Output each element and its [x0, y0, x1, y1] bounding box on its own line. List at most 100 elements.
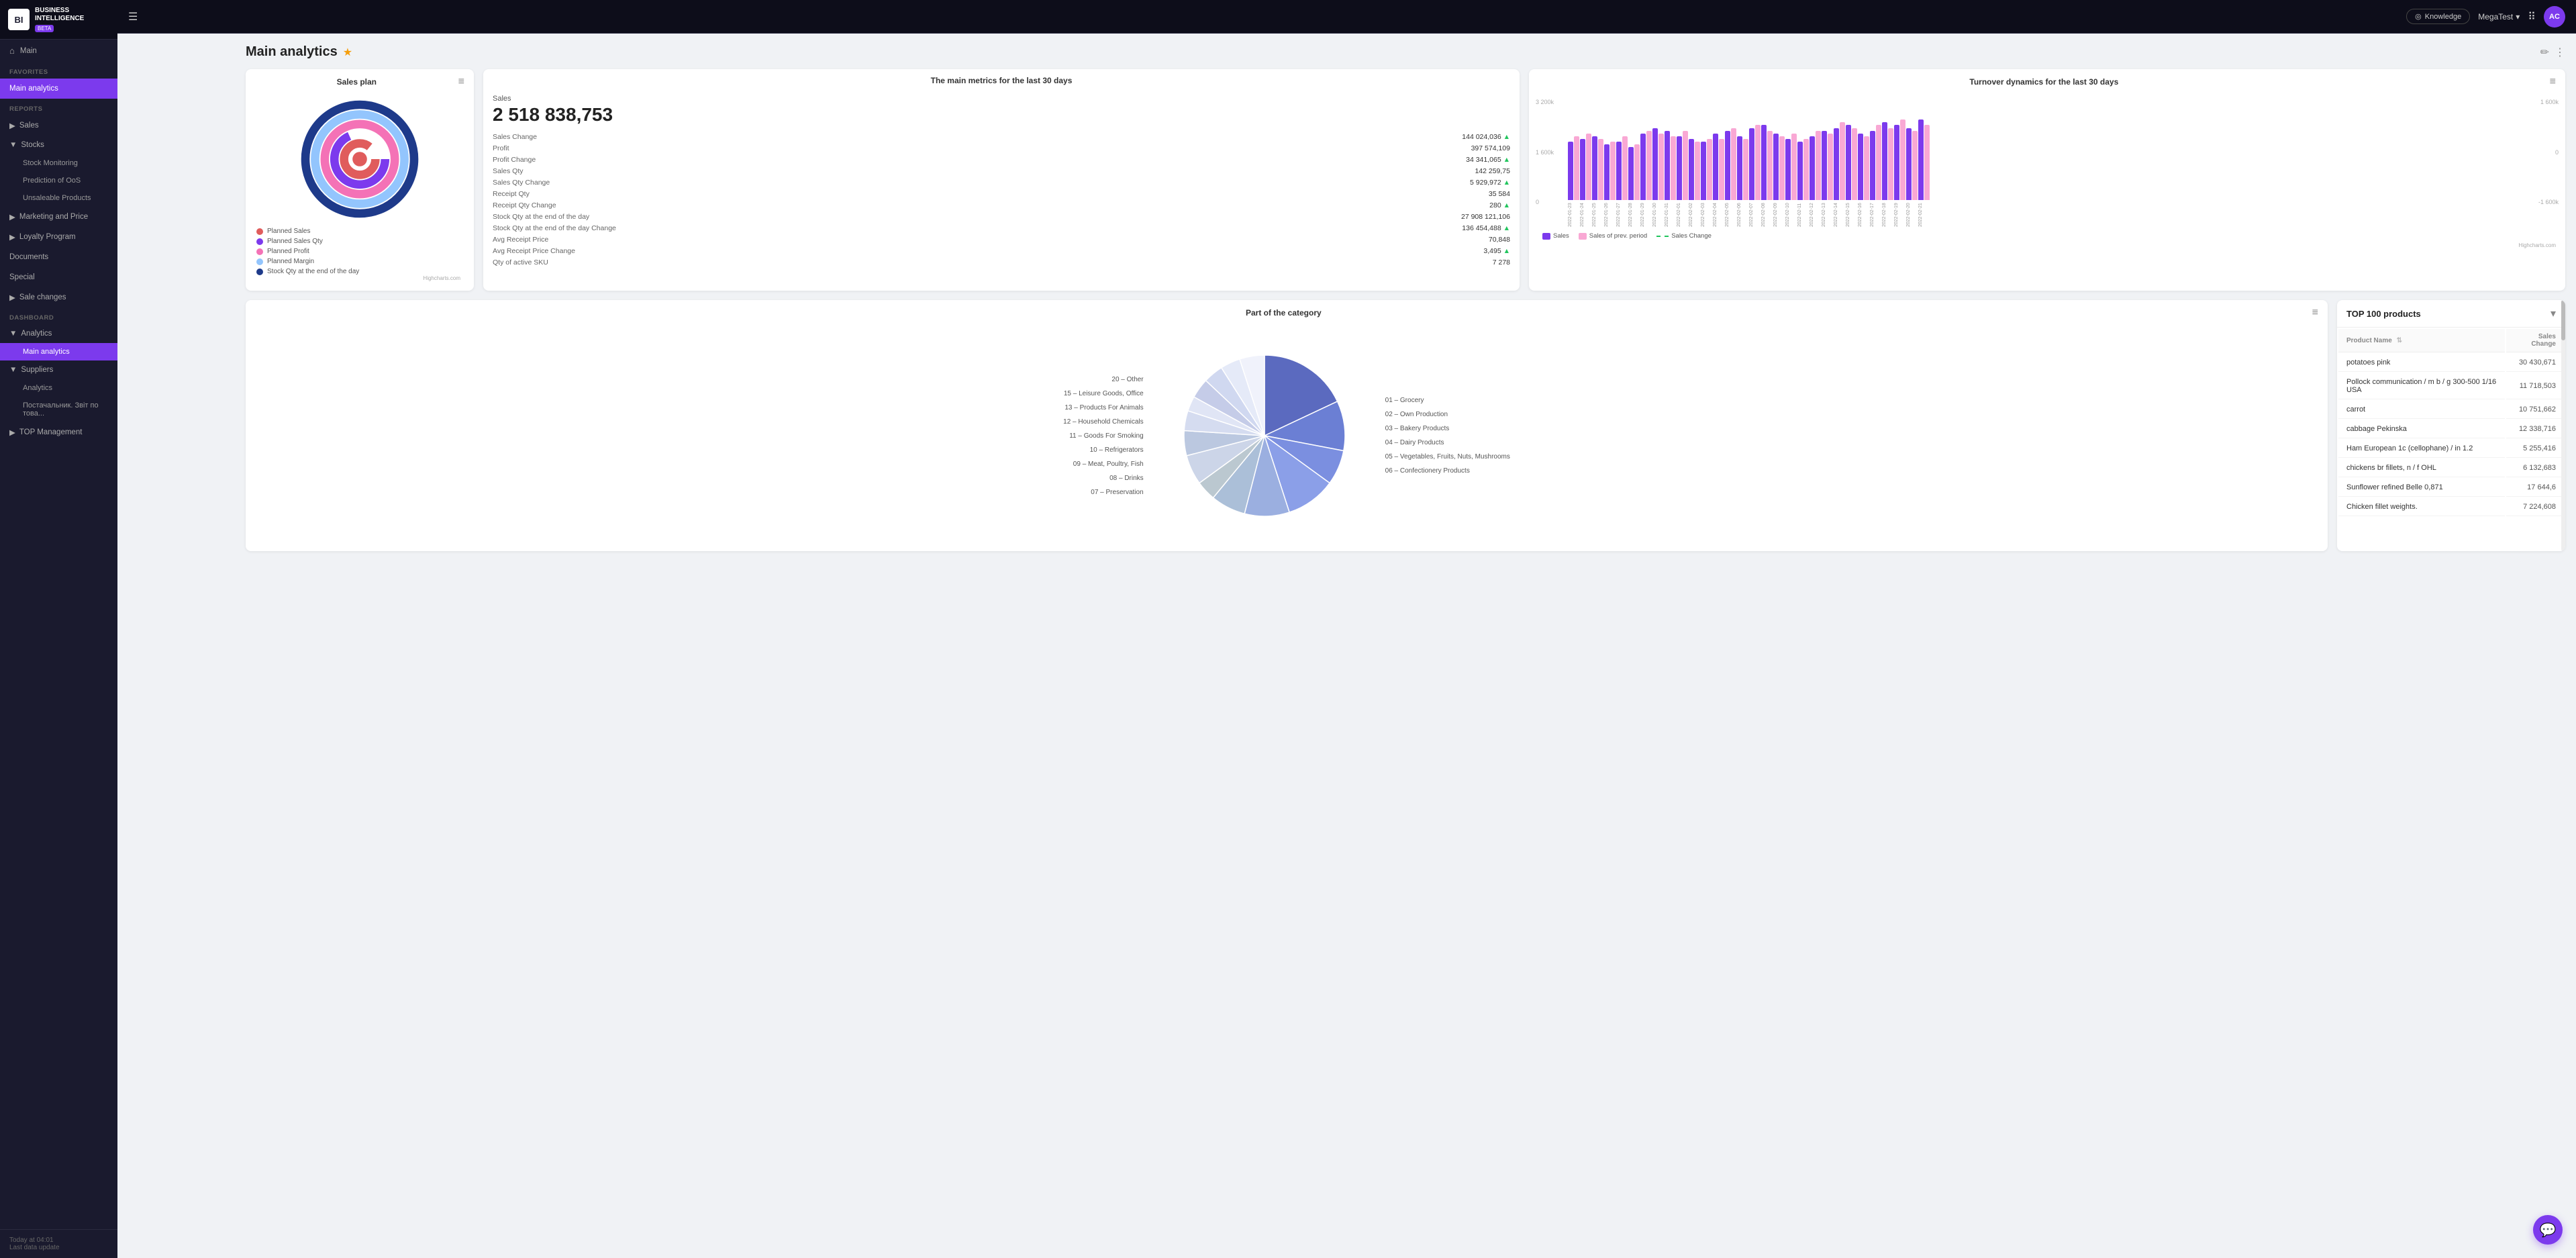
top100-row[interactable]: potatoes pink30 430,671 — [2338, 354, 2564, 372]
pie-labels-right: 01 – Grocery 02 – Own Production 03 – Ba… — [1385, 397, 1510, 475]
sidebar-group-loyalty[interactable]: ▶ Loyalty Program — [0, 227, 117, 247]
knowledge-button[interactable]: ◎ Knowledge — [2406, 9, 2470, 24]
top100-row[interactable]: carrot10 751,662 — [2338, 401, 2564, 419]
bar-prev-period — [1743, 139, 1748, 200]
grid-icon[interactable]: ⠿ — [2528, 10, 2536, 23]
top100-row[interactable]: cabbage Pekinska12 338,716 — [2338, 420, 2564, 438]
x-label: 2022-02-14 — [1834, 201, 1845, 228]
x-label: 2022-01-30 — [1652, 201, 1664, 228]
top100-table: Product Name ⇅ Sales Change potatoes pin… — [2337, 328, 2565, 518]
pie-label-09: 09 – Meat, Poultry, Fish — [1063, 461, 1144, 468]
x-label: 2022-01-24 — [1580, 201, 1591, 228]
sidebar-item-special[interactable]: Special — [0, 267, 117, 287]
more-button[interactable]: ⋮ — [2555, 46, 2565, 59]
sidebar-item-main-analytics[interactable]: Main analytics — [0, 79, 117, 99]
x-label: 2022-02-01 — [1677, 201, 1688, 228]
legend-item-sales-change: Sales Change — [1656, 232, 1712, 240]
bar-group — [1677, 131, 1688, 200]
bar-group — [1616, 136, 1628, 200]
pie-chart-header: Part of the category ≡ — [246, 300, 2328, 323]
sidebar-stock-monitoring-label: Stock Monitoring — [23, 159, 78, 167]
top100-row[interactable]: chickens br fillets, n / f OHL6 132,683 — [2338, 459, 2564, 477]
scrollbar-thumb[interactable] — [2561, 300, 2565, 340]
chat-bubble[interactable]: 💬 — [2533, 1215, 2563, 1245]
x-label: 2022-02-09 — [1773, 201, 1785, 228]
sidebar-suppliers-label: Suppliers — [21, 366, 53, 374]
sidebar-item-prediction-oos[interactable]: Prediction of OoS — [0, 172, 117, 189]
sidebar-group-stocks[interactable]: ▼ Stocks — [0, 136, 117, 154]
turnover-card: Turnover dynamics for the last 30 days ≡… — [1529, 69, 2565, 291]
sidebar-group-top-management[interactable]: ▶ TOP Management — [0, 422, 117, 442]
sidebar-group-analytics[interactable]: ▼ Analytics — [0, 324, 117, 343]
sidebar-analytics-sub-label: Analytics — [23, 384, 52, 392]
x-label: 2022-01-23 — [1568, 201, 1579, 228]
bar-group — [1906, 128, 1918, 200]
sidebar-group-sale-changes[interactable]: ▶ Sale changes — [0, 287, 117, 307]
turnover-menu-button[interactable]: ≡ — [2550, 76, 2556, 88]
sidebar-item-documents[interactable]: Documents — [0, 247, 117, 267]
x-label: 2022-01-28 — [1628, 201, 1640, 228]
metrics-row-value: 35 584 — [1221, 188, 1510, 199]
metrics-row-value: 34 341,065 ▲ — [1221, 154, 1510, 165]
sales-plan-header: Sales plan ≡ — [246, 69, 474, 92]
legend-label-planned-sales-qty: Planned Sales Qty — [267, 238, 323, 245]
metrics-row: Avg Receipt Price Change3,495 ▲ — [493, 245, 1510, 256]
sort-icon[interactable]: ⇅ — [2397, 337, 2402, 344]
top100-row[interactable]: Chicken fillet weights.7 224,608 — [2338, 498, 2564, 516]
pie-label-10: 10 – Refrigerators — [1063, 446, 1144, 454]
top100-row-name: Chicken fillet weights. — [2338, 498, 2505, 516]
x-label: 2022-02-13 — [1822, 201, 1833, 228]
metrics-row-value: 144 024,036 ▲ — [1221, 131, 1510, 142]
bar-sales — [1846, 125, 1851, 200]
top100-expand-button[interactable]: ▾ — [2550, 307, 2556, 320]
bar-group — [1870, 125, 1881, 200]
sidebar-item-main[interactable]: ⌂ Main — [0, 40, 117, 62]
y-right-1600k: 1 600k — [2522, 99, 2559, 105]
pie-chart-menu-button[interactable]: ≡ — [2312, 307, 2318, 319]
x-label: 2022-01-31 — [1665, 201, 1676, 228]
top100-row-name: chickens br fillets, n / f OHL — [2338, 459, 2505, 477]
metrics-row-label: Profit Change — [493, 154, 1221, 165]
avatar[interactable]: AC — [2544, 6, 2565, 28]
bar-sales — [1870, 131, 1875, 200]
sidebar-item-stock-monitoring[interactable]: Stock Monitoring — [0, 154, 117, 172]
metrics-row-label: Stock Qty at the end of the day — [493, 211, 1221, 222]
page-title-row: Main analytics ★ — [246, 44, 352, 60]
sidebar-group-suppliers[interactable]: ▼ Suppliers — [0, 360, 117, 379]
sidebar-item-unsaleable[interactable]: Unsaleable Products — [0, 189, 117, 207]
sidebar-footer-data: Last data update — [9, 1244, 108, 1251]
chevron-down-icon-3: ▼ — [9, 366, 17, 374]
top100-row[interactable]: Ham European 1c (cellophane) / in 1.25 2… — [2338, 440, 2564, 458]
bar-group — [1918, 119, 1930, 200]
sidebar-item-main-analytics-dash[interactable]: Main analytics — [0, 343, 117, 360]
sidebar-item-supplier-report[interactable]: Постачальник. Звіт по това... — [0, 397, 117, 422]
metrics-card: The main metrics for the last 30 days Sa… — [483, 69, 1520, 291]
workspace-selector[interactable]: MegaTest ▾ — [2478, 12, 2520, 21]
top100-row[interactable]: Pollock communication / m b / g 300-500 … — [2338, 373, 2564, 399]
bar-prev-period — [1779, 136, 1785, 200]
chevron-right-icon-4: ▶ — [9, 293, 15, 302]
top100-row[interactable]: Sunflower refined Belle 0,87117 644,6 — [2338, 479, 2564, 497]
main-content: Main analytics ★ ✏ ⋮ Sales plan ≡ — [235, 34, 2576, 1258]
top100-row-change: 6 132,683 — [2506, 459, 2564, 477]
legend-label-planned-margin: Planned Margin — [267, 258, 314, 265]
sales-plan-menu-button[interactable]: ≡ — [458, 76, 464, 88]
metrics-row-label: Sales Qty — [493, 165, 1221, 177]
pie-labels-left: 20 – Other 15 – Leisure Goods, Office 13… — [1063, 376, 1144, 496]
edit-button[interactable]: ✏ — [2540, 46, 2549, 59]
x-label: 2022-02-10 — [1785, 201, 1797, 228]
turnover-header: Turnover dynamics for the last 30 days ≡ — [1529, 69, 2565, 92]
bar-prev-period — [1755, 125, 1761, 200]
top100-row-name: Pollock communication / m b / g 300-500 … — [2338, 373, 2505, 399]
sidebar-group-sales[interactable]: ▶ Sales — [0, 115, 117, 136]
x-label: 2022-02-03 — [1701, 201, 1712, 228]
sidebar-stocks-label: Stocks — [21, 141, 44, 149]
bar-prev-period — [1622, 136, 1628, 200]
logo-text-block: BUSINESS INTELLIGENCE BETA — [35, 7, 84, 32]
hamburger-icon[interactable]: ☰ — [128, 10, 138, 23]
sidebar-top-management-label: TOP Management — [19, 428, 83, 436]
sidebar-group-marketing[interactable]: ▶ Marketing and Price — [0, 207, 117, 227]
sidebar-item-analytics-sub[interactable]: Analytics — [0, 379, 117, 397]
favorite-star-icon[interactable]: ★ — [343, 46, 352, 59]
legend-item-planned-sales: Planned Sales — [256, 228, 359, 235]
